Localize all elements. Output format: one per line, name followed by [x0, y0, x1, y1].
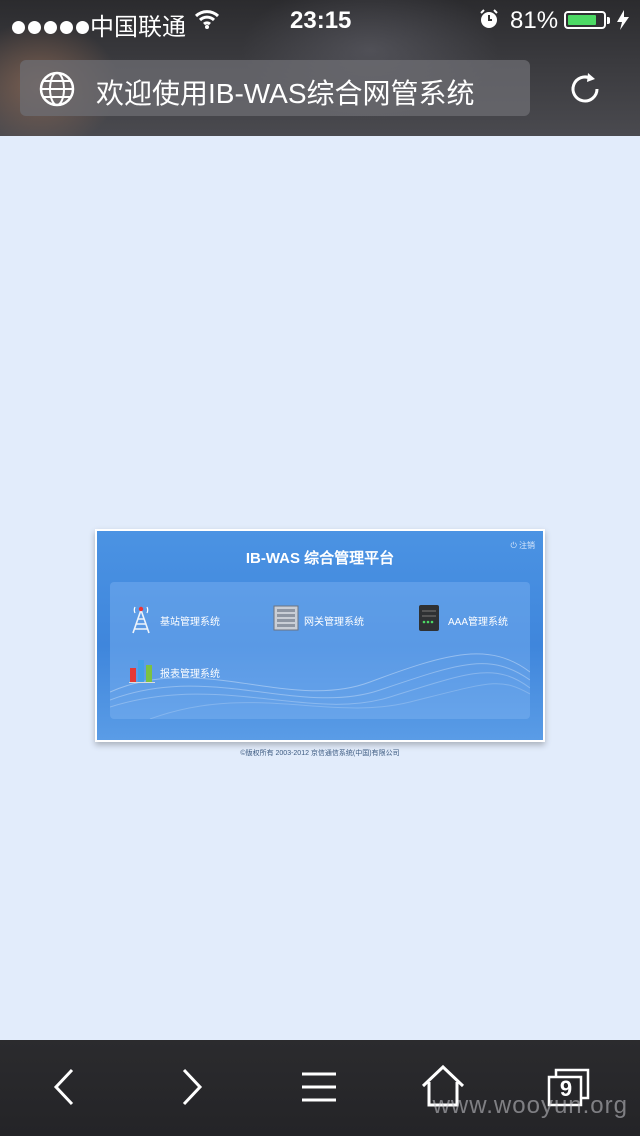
globe-icon: [38, 70, 76, 113]
bolt-icon: [616, 9, 630, 38]
module-label: 基站管理系统: [160, 617, 220, 628]
forward-icon[interactable]: [176, 1066, 208, 1113]
tower-icon: [128, 604, 154, 637]
server-icon: [416, 604, 442, 635]
browser-top-bar: 中国联通 23:15 81% 欢迎使用IB-WAS综合网管系统: [0, 0, 640, 136]
signal-strength-icon: [12, 13, 92, 41]
menu-icon[interactable]: [300, 1070, 338, 1109]
battery-fill: [568, 15, 596, 25]
report-chart-icon: [128, 656, 156, 687]
status-bar: 中国联通 23:15 81%: [0, 0, 640, 41]
address-bar[interactable]: 欢迎使用IB-WAS综合网管系统: [20, 60, 530, 116]
portal-title: IB-WAS 综合管理平台: [245, 550, 395, 567]
wifi-icon: [194, 8, 220, 37]
wave-decoration: [110, 653, 530, 719]
battery-percent: 81%: [510, 7, 559, 34]
watermark-text: www.wooyun.org: [432, 1092, 628, 1119]
clock-time: 23:15: [290, 7, 352, 34]
browser-toolbar: 9: [0, 1040, 640, 1136]
alarm-icon: [478, 8, 500, 37]
battery-icon: [564, 11, 610, 29]
reload-icon[interactable]: [566, 70, 604, 113]
module-label: 网关管理系统: [304, 617, 364, 628]
web-content: IB-WAS 综合管理平台 ⏻ 注销 基站管理系统 网关管理系统 AAA管理系统…: [0, 136, 640, 1040]
portal-panel: IB-WAS 综合管理平台 ⏻ 注销 基站管理系统 网关管理系统 AAA管理系统…: [95, 529, 545, 742]
copyright-text: ©版权所有 2003-2012 京信通信系统(中国)有限公司: [240, 750, 400, 757]
module-label: 报表管理系统: [160, 669, 220, 680]
logout-link[interactable]: ⏻ 注销: [510, 540, 535, 551]
logout-label: 注销: [519, 541, 535, 550]
page-title: 欢迎使用IB-WAS综合网管系统: [96, 78, 475, 109]
power-icon: ⏻: [510, 541, 517, 550]
module-area: 基站管理系统 网关管理系统 AAA管理系统 报表管理系统: [110, 582, 530, 719]
carrier-name: 中国联通: [90, 14, 186, 41]
back-icon[interactable]: [48, 1066, 80, 1113]
module-label: AAA管理系统: [448, 617, 509, 628]
gateway-icon: [272, 604, 300, 635]
